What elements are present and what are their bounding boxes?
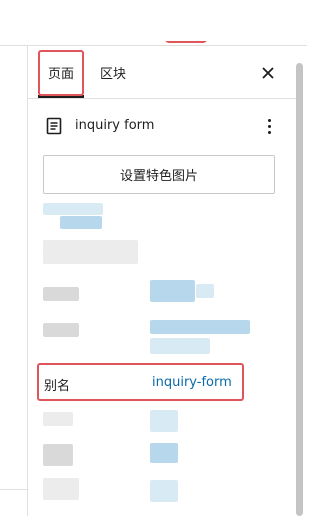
page-icon — [46, 117, 62, 135]
blurred-text — [43, 240, 138, 264]
document-title: inquiry form — [75, 118, 155, 133]
more-vertical-icon[interactable] — [260, 115, 278, 137]
blurred-value — [150, 338, 210, 354]
blurred-label — [43, 323, 79, 337]
blurred-value — [150, 280, 195, 302]
sidebar-tabs: 页面 区块 — [28, 46, 296, 99]
scrollbar[interactable] — [296, 63, 303, 516]
close-icon[interactable] — [259, 64, 277, 82]
canvas-divider — [0, 489, 27, 490]
blurred-value — [150, 480, 178, 502]
blurred-label — [43, 478, 79, 500]
document-summary: inquiry form — [46, 115, 276, 137]
slug-label: 别名 — [44, 379, 71, 394]
tab-page[interactable]: 页面 — [38, 46, 84, 98]
blurred-value — [150, 320, 250, 334]
blurred-value — [150, 443, 178, 463]
blurred-value — [196, 284, 214, 298]
editor-canvas-edge — [0, 46, 28, 516]
blurred-label — [43, 412, 73, 426]
blurred-label — [43, 287, 79, 301]
tab-block[interactable]: 区块 — [100, 46, 130, 98]
set-featured-image-button[interactable]: 设置特色图片 — [43, 155, 275, 194]
blurred-text — [60, 216, 102, 229]
blurred-value — [150, 410, 178, 432]
slug-link[interactable]: inquiry-form — [152, 375, 232, 390]
blurred-text — [43, 203, 103, 215]
blurred-label — [43, 444, 73, 466]
